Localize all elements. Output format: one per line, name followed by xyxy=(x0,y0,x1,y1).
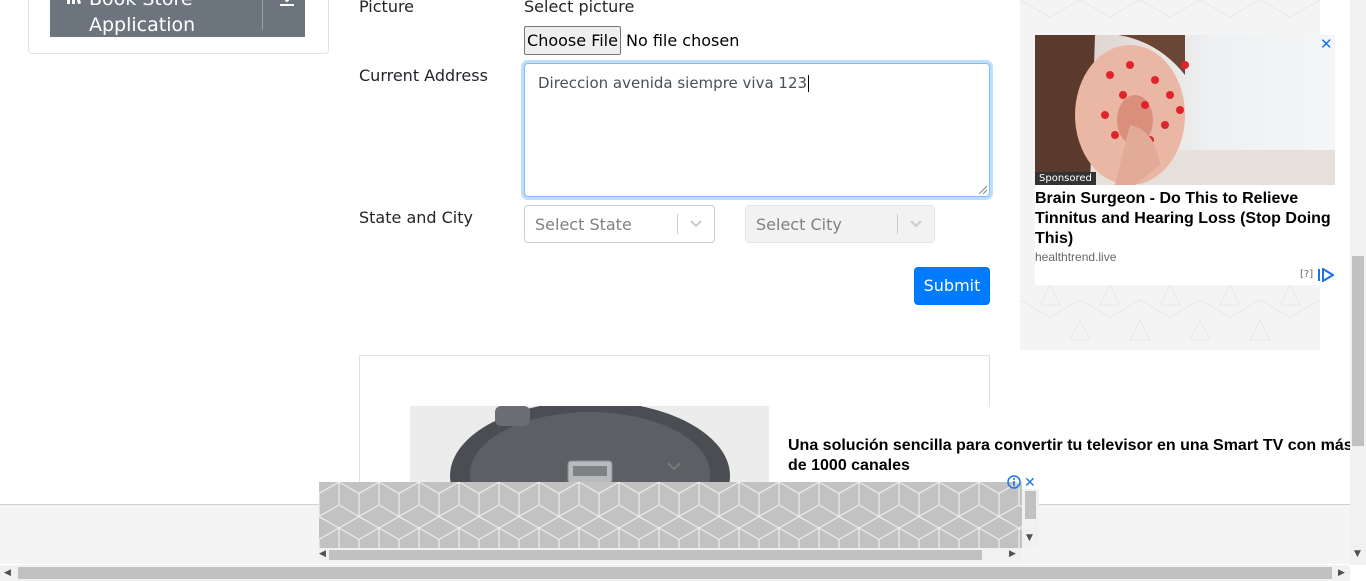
accordion-title: Book Store Application xyxy=(89,0,196,36)
picture-hint: Select picture xyxy=(524,0,635,16)
sponsored-tag: Sponsored xyxy=(1035,172,1096,185)
page-vertical-thumb[interactable] xyxy=(1352,256,1364,446)
book-icon xyxy=(67,0,81,4)
select-separator xyxy=(677,214,678,234)
state-select[interactable]: Select State xyxy=(524,205,715,243)
city-placeholder: Select City xyxy=(756,215,842,234)
scroll-thumb[interactable] xyxy=(1025,491,1036,519)
state-placeholder: Select State xyxy=(535,215,632,234)
current-address-label: Current Address xyxy=(359,66,488,85)
state-city-label: State and City xyxy=(359,208,473,227)
sponsored-domain: healthtrend.live xyxy=(1035,250,1117,264)
current-address-textarea[interactable]: Direccion avenida siempre viva 123 xyxy=(524,63,990,197)
download-icon[interactable] xyxy=(278,0,296,8)
sponsored-headline[interactable]: Brain Surgeon - Do This to Relieve Tinni… xyxy=(1035,189,1335,249)
scroll-thumb[interactable] xyxy=(329,550,982,560)
hdmi-stick-photo xyxy=(410,406,769,486)
footer-ad-vertical-scrollbar[interactable]: ▼ xyxy=(1022,489,1039,548)
page-scroll-right-arrow-icon[interactable]: ▶ xyxy=(1338,568,1345,578)
ad-help-link[interactable]: [?] xyxy=(1300,269,1313,280)
choose-file-button[interactable]: Choose File xyxy=(524,26,621,55)
cube-pattern xyxy=(319,482,1022,548)
file-status-text: No file chosen xyxy=(626,31,740,50)
page-scroll-down-arrow-icon[interactable]: ▼ xyxy=(1354,549,1361,559)
chevron-down-icon[interactable] xyxy=(909,218,923,230)
page-horizontal-thumb[interactable] xyxy=(18,567,1332,579)
accordion-header-book-store[interactable]: Book Store Application xyxy=(50,0,305,37)
picture-label: Picture xyxy=(359,0,415,16)
address-value: Direccion avenida siempre viva 123 xyxy=(538,74,808,92)
sponsored-text-panel[interactable]: Brain Surgeon - Do This to Relieve Tinni… xyxy=(1035,185,1335,285)
chevron-down-icon[interactable] xyxy=(689,218,703,230)
footer-ad-banner[interactable] xyxy=(319,482,1022,548)
footer-ad-horizontal-scrollbar[interactable]: ◀ ▶ xyxy=(319,548,1022,562)
resize-handle-icon[interactable] xyxy=(979,186,987,194)
tv-device-image xyxy=(410,406,769,486)
sponsored-image[interactable]: Sponsored xyxy=(1035,35,1335,185)
bottom-ad[interactable]: Una solución sencilla para convertir tu … xyxy=(410,406,1360,486)
submit-button[interactable]: Submit xyxy=(914,267,990,305)
select-separator xyxy=(897,214,898,234)
page-scroll-left-arrow-icon[interactable]: ◀ xyxy=(4,568,11,578)
bottom-ad-headline[interactable]: Una solución sencilla para convertir tu … xyxy=(788,436,1360,476)
info-icon[interactable] xyxy=(1007,475,1021,489)
ad-close-icon[interactable]: ✕ xyxy=(1320,35,1333,53)
scroll-right-arrow-icon[interactable]: ▶ xyxy=(1009,549,1016,559)
city-select[interactable]: Select City xyxy=(745,205,935,243)
adchoices-icon[interactable] xyxy=(1318,268,1334,282)
scroll-down-arrow-icon[interactable]: ▼ xyxy=(1026,533,1033,543)
accordion-separator xyxy=(262,0,263,30)
ad-photo-woman-ear xyxy=(1035,35,1335,185)
scroll-left-arrow-icon[interactable]: ◀ xyxy=(319,549,326,559)
